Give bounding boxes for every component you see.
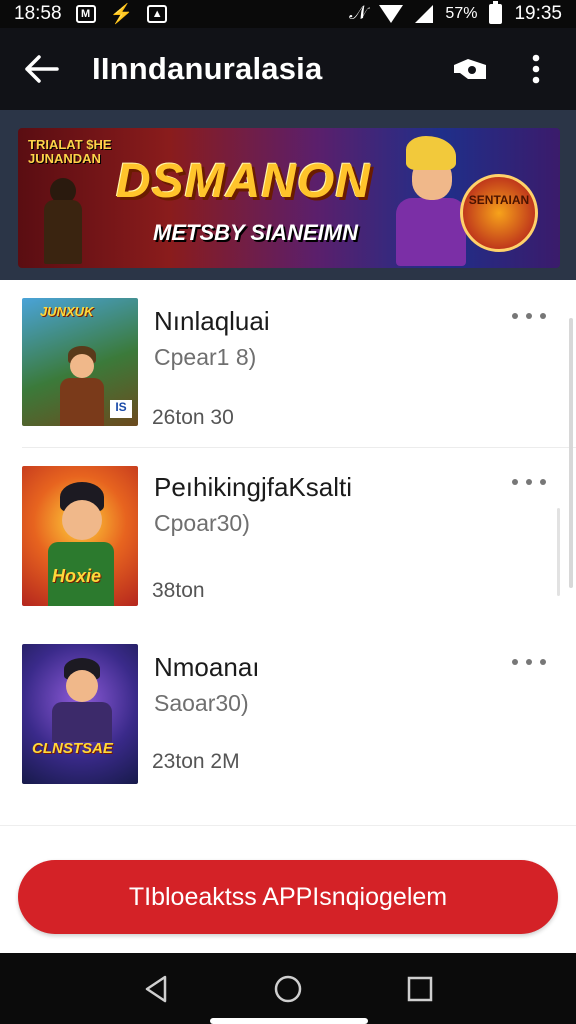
list-item[interactable]: Hoxie PeıhikingjfaKsalti Cpoar30) 38ton (0, 448, 576, 632)
item-more-button[interactable] (512, 470, 546, 494)
list-item[interactable]: CLNSTSAE Nmoanaı Saoar30) 23ton 2M (0, 632, 576, 802)
triangle-back-icon (145, 975, 167, 1002)
game-meta: Cpear1 8) (154, 344, 257, 370)
banner-tag: TRIALAT $HE JUNANDAN (28, 137, 112, 167)
gmail-icon: M (75, 5, 96, 23)
share-button[interactable] (448, 47, 492, 91)
image-icon: ▲ (147, 5, 168, 23)
game-meta: Cpoar30) (154, 510, 250, 536)
item-more-button[interactable] (512, 304, 546, 328)
app-bar: IInndanuralasia (0, 28, 576, 110)
cta-section: TIbloeaktss APPIsnqiogelem (0, 825, 576, 953)
nav-back-button[interactable] (128, 961, 184, 1017)
list-scrollbar-secondary (557, 508, 560, 596)
list-scrollbar[interactable] (569, 318, 573, 588)
game-name: Nınlaqluai (154, 306, 270, 336)
more-vert-icon (532, 54, 540, 84)
signal-icon (415, 5, 434, 23)
game-meta: Saoar30) (154, 690, 249, 716)
item-more-button[interactable] (512, 650, 546, 674)
game-list: JUNXUK IS Nınlaqluai Cpear1 8) 26ton 30 … (0, 280, 576, 825)
home-indicator (210, 1018, 368, 1024)
circle-home-icon (274, 975, 302, 1002)
arrow-left-icon (25, 55, 59, 83)
game-thumbnail: JUNXUK IS (22, 298, 138, 426)
game-name: Nmoanaı (154, 652, 260, 682)
system-nav-bar (0, 953, 576, 1024)
list-item[interactable]: JUNXUK IS Nınlaqluai Cpear1 8) 26ton 30 (0, 280, 576, 448)
back-button[interactable] (12, 39, 72, 99)
wifi-icon (379, 5, 404, 23)
game-thumbnail: CLNSTSAE (22, 644, 138, 784)
game-downloads: 23ton 2M (152, 750, 240, 773)
game-downloads: 38ton (152, 579, 205, 602)
villain-figure (40, 178, 84, 264)
banner-badge: SENTAIAN (460, 174, 538, 252)
banner-section: TRIALAT $HE JUNANDAN DSMANON METSBY SIAN… (0, 110, 576, 280)
nav-home-button[interactable] (260, 961, 316, 1017)
status-time: 19:35 (514, 3, 562, 24)
square-recents-icon (407, 976, 433, 1001)
status-time-left: 18:58 (14, 3, 62, 24)
promo-banner[interactable]: TRIALAT $HE JUNANDAN DSMANON METSBY SIAN… (18, 128, 560, 268)
status-bar: 18:58 M ⚡ ▲ 𝒩 57% 19:35 (0, 0, 576, 28)
nfc-icon: 𝒩 (349, 3, 368, 24)
page-title: IInndanuralasia (92, 51, 323, 86)
battery-icon (489, 1, 503, 24)
usb-icon: ⚡ (109, 4, 134, 25)
game-thumbnail: Hoxie (22, 466, 138, 606)
share-icon (454, 59, 486, 79)
game-name: PeıhikingjfaKsalti (154, 472, 352, 502)
battery-percent: 57% (445, 5, 478, 22)
game-downloads: 26ton 30 (152, 406, 234, 429)
more-options-button[interactable] (514, 47, 558, 91)
nav-recents-button[interactable] (392, 961, 448, 1017)
primary-action-button[interactable]: TIbloeaktss APPIsnqiogelem (18, 860, 558, 934)
banner-subtitle: METSBY SIANEIMN (153, 220, 358, 245)
banner-title: DSMANON (116, 155, 371, 208)
